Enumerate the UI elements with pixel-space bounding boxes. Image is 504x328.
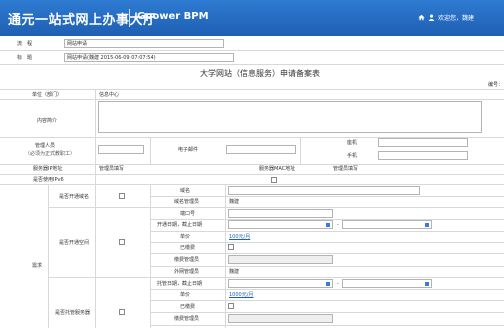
host-start-date[interactable] xyxy=(228,279,333,288)
server-mac-value: 管理员填写 xyxy=(333,166,359,172)
host-fee-label: 单价 xyxy=(180,292,191,298)
title-label: 标 题 xyxy=(17,55,33,61)
paid-label: 已缴费 xyxy=(180,245,196,251)
space-admin-label: 缴费管理员 xyxy=(174,257,200,263)
paid-checkbox[interactable] xyxy=(228,244,234,250)
open-start-date[interactable] xyxy=(228,220,333,229)
table-line xyxy=(150,266,504,267)
host-paid-label: 已缴费 xyxy=(180,304,196,310)
date-dash: - xyxy=(337,222,339,228)
fee-label: 单价 xyxy=(180,234,191,240)
table-line xyxy=(0,164,504,165)
fee-link[interactable]: 100元/月 xyxy=(229,234,250,240)
form-heading: 大学网站（信息服务）申请备案表 xyxy=(200,69,320,78)
host-end-date[interactable] xyxy=(342,279,432,288)
ext-admin-value: 魏建 xyxy=(229,269,240,275)
port-field[interactable] xyxy=(228,209,333,218)
table-line xyxy=(150,242,504,243)
table-line xyxy=(0,174,504,175)
server-ip-value: 管理员填写 xyxy=(99,166,125,172)
table-line xyxy=(150,289,504,290)
user-icon xyxy=(428,14,435,21)
host-admin-label: 缴费管理员 xyxy=(174,316,200,322)
welcome-text: 欢迎您，魏建 xyxy=(437,15,474,22)
open-date-label: 开通日期，截止日期 xyxy=(157,222,203,228)
server-mac-label: 服务器MAC地址 xyxy=(259,166,296,172)
space-admin-field xyxy=(228,255,333,264)
table-line xyxy=(150,184,151,328)
content-label: 内容简介 xyxy=(37,118,58,124)
ext-admin-label: 外网管理员 xyxy=(174,269,200,275)
table-line xyxy=(95,89,96,328)
table-line xyxy=(0,184,504,185)
server-ip-label: 服务器IP地址 xyxy=(33,166,63,172)
space-label: 是否开通空间 xyxy=(59,240,90,246)
site-title: 通元一站式网上办事大厅 xyxy=(8,13,157,28)
table-line xyxy=(150,325,504,326)
table-line xyxy=(48,184,49,328)
type-label: 流 程 xyxy=(17,41,33,47)
port-label: 端口号 xyxy=(180,211,196,217)
admin-sub-label: （必须为正式教职工） xyxy=(25,151,76,157)
brand-name: Gpower BPM xyxy=(137,11,209,22)
type-field xyxy=(64,39,224,48)
hosting-label: 是否托管服务器 xyxy=(55,310,91,316)
email-label: 电子邮件 xyxy=(178,147,199,153)
demand-label: 需求 xyxy=(32,263,43,269)
table-line xyxy=(48,207,504,208)
table-line xyxy=(150,231,504,232)
serial-label: 编号： xyxy=(488,82,504,88)
host-admin-field xyxy=(228,314,333,323)
phone-label: 座机 xyxy=(347,140,358,146)
mobile-field[interactable] xyxy=(378,151,468,160)
space-checkbox[interactable] xyxy=(119,239,125,245)
date-dash: - xyxy=(337,281,339,287)
content-textarea[interactable] xyxy=(98,101,482,133)
domain-name-field[interactable] xyxy=(228,186,420,195)
phone-field[interactable] xyxy=(378,138,468,147)
hosting-checkbox[interactable] xyxy=(119,309,125,315)
user-area: 欢迎您，魏建 xyxy=(418,13,474,22)
open-end-date[interactable] xyxy=(342,220,432,229)
table-line xyxy=(150,137,151,164)
admin-label: 管理人员 xyxy=(35,143,56,149)
row-line xyxy=(0,64,504,65)
domain-name-label: 域名 xyxy=(180,188,191,194)
domain-admin-label: 域名管理员 xyxy=(174,199,200,205)
table-line xyxy=(150,253,504,254)
domain-checkbox[interactable] xyxy=(119,193,125,199)
host-paid-checkbox[interactable] xyxy=(228,303,234,309)
table-line xyxy=(0,99,504,100)
table-line xyxy=(48,277,504,278)
mobile-label: 手机 xyxy=(347,153,358,159)
table-line xyxy=(0,89,504,90)
host-fee-link[interactable]: 1000元/月 xyxy=(229,292,253,298)
ipv6-checkbox[interactable] xyxy=(271,177,277,183)
header-divider xyxy=(129,9,130,27)
row-line xyxy=(0,50,504,51)
admin-field[interactable] xyxy=(98,145,144,154)
dept-label: 单位（部门） xyxy=(32,92,63,98)
home-icon[interactable] xyxy=(418,14,425,21)
domain-label: 是否开通域名 xyxy=(59,194,90,200)
top-header: 通元一站式网上办事大厅 Gpower BPM 欢迎您，魏建 xyxy=(0,0,504,36)
title-value: 网站申请(魏建 2015-06-09 07:07:54) xyxy=(67,55,156,61)
table-line xyxy=(225,184,226,328)
table-line xyxy=(150,312,504,313)
ipv6-label: 是否使用IPv6 xyxy=(33,177,64,183)
table-line xyxy=(150,300,504,301)
host-date-label: 托管日期，截止日期 xyxy=(157,281,203,287)
table-line xyxy=(150,196,504,197)
domain-admin-value: 魏建 xyxy=(229,199,240,205)
type-value: 网站申请 xyxy=(67,41,88,47)
table-line xyxy=(300,137,301,164)
dept-value: 信息中心 xyxy=(99,92,120,98)
email-field[interactable] xyxy=(226,145,296,154)
